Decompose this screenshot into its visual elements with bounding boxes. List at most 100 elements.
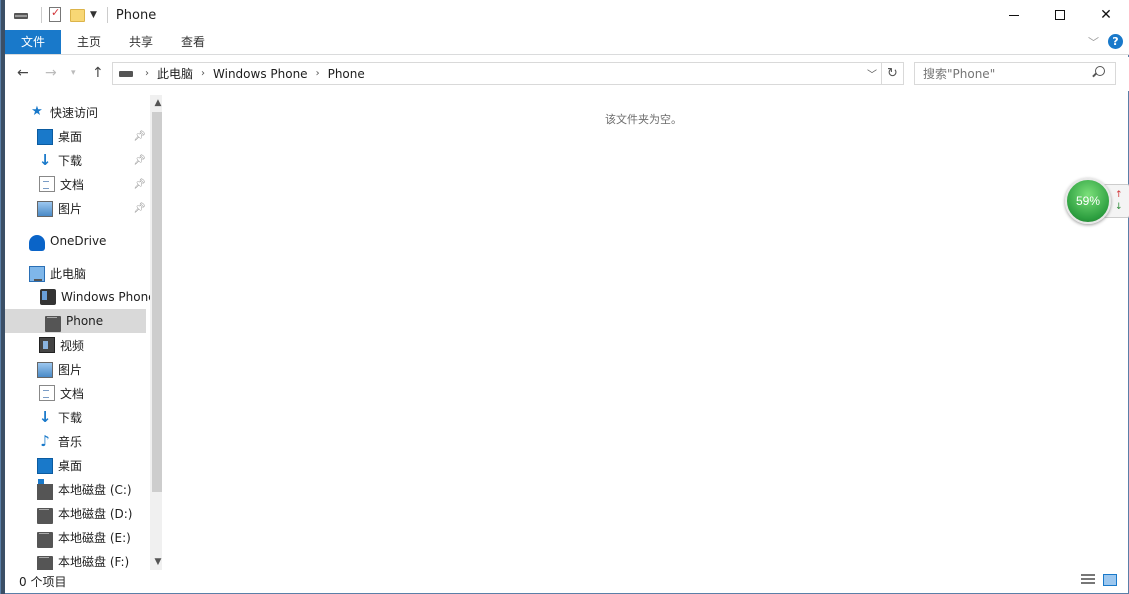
desktop-icon	[37, 457, 53, 474]
download-icon: ↓	[38, 408, 52, 426]
breadcrumb-this-pc[interactable]: 此电脑	[157, 65, 193, 82]
title-bar: ▼ Phone ✕	[5, 0, 1129, 30]
breadcrumb-chevron-icon[interactable]: ›	[145, 68, 149, 79]
drive-icon	[37, 532, 53, 548]
nav-documents[interactable]: 文档	[5, 381, 146, 405]
tab-share[interactable]: 共享	[119, 30, 163, 54]
nav-onedrive[interactable]: OneDrive	[5, 229, 146, 253]
nav-label: 快速访问	[50, 105, 99, 120]
nav-windows-phone[interactable]: Windows Phone	[5, 285, 156, 309]
document-icon	[39, 385, 55, 401]
status-bar: 0 个项目	[5, 570, 1129, 592]
toolbar-separator	[106, 7, 108, 23]
details-view-icon[interactable]	[1081, 574, 1095, 586]
drive-icon	[37, 556, 53, 570]
computer-icon	[29, 265, 45, 282]
breadcrumb-chevron-icon[interactable]: ›	[201, 68, 205, 79]
scroll-down-icon[interactable]: ▼	[150, 554, 162, 570]
nav-desktop[interactable]: 桌面	[5, 453, 146, 477]
nav-label: 图片	[58, 362, 83, 377]
nav-label: 本地磁盘 (C:)	[58, 482, 132, 497]
nav-quick-access[interactable]: ★ 快速访问	[5, 100, 146, 124]
maximize-icon	[1055, 10, 1065, 20]
close-icon: ✕	[1100, 7, 1112, 23]
memory-usage-ball[interactable]: 59%	[1065, 178, 1111, 224]
nav-label: OneDrive	[50, 234, 107, 248]
tab-home[interactable]: 主页	[67, 30, 111, 54]
file-list-area[interactable]: 该文件夹为空。	[163, 95, 1129, 570]
large-icons-view-icon[interactable]	[1103, 574, 1117, 586]
nav-scrollbar[interactable]: ▲ ▼	[150, 95, 162, 570]
caption-buttons: ✕	[991, 0, 1129, 30]
nav-this-pc[interactable]: 此电脑	[5, 261, 146, 285]
nav-label: 本地磁盘 (D:)	[58, 506, 133, 521]
scrollbar-thumb[interactable]	[152, 112, 162, 492]
refresh-icon: ↻	[887, 66, 898, 81]
star-icon: ★	[31, 104, 43, 119]
nav-drive-e[interactable]: 本地磁盘 (E:)	[5, 525, 146, 549]
back-arrow-icon[interactable]: ←	[17, 65, 29, 81]
drive-icon	[45, 316, 61, 332]
drive-icon	[37, 508, 53, 524]
system-drive-icon	[37, 479, 53, 500]
explorer-window: ▼ Phone ✕ 文件 主页 共享 查看 ﹀ ? ← → ▾ ↑ › 此电脑 …	[0, 0, 1129, 594]
window-title: Phone	[115, 7, 157, 23]
nav-label: 文档	[60, 386, 85, 401]
maximize-button[interactable]	[1037, 0, 1083, 30]
breadcrumb-phone[interactable]: Phone	[328, 67, 365, 81]
nav-label: Windows Phone	[61, 290, 156, 304]
nav-quick-pictures[interactable]: 图片 📌︎	[5, 196, 146, 220]
nav-label: 文档	[60, 177, 85, 192]
tab-file[interactable]: 文件	[5, 30, 61, 54]
breadcrumb-chevron-icon[interactable]: ›	[316, 68, 320, 79]
nav-music[interactable]: ♪ 音乐	[5, 429, 146, 453]
toolbar-separator	[41, 7, 42, 23]
nav-downloads[interactable]: ↓ 下载	[5, 405, 146, 429]
search-icon[interactable]	[1095, 66, 1105, 76]
nav-quick-downloads[interactable]: ↓ 下载 📌︎	[5, 148, 146, 172]
close-button[interactable]: ✕	[1083, 0, 1129, 30]
properties-icon[interactable]	[48, 6, 64, 23]
nav-drive-c[interactable]: 本地磁盘 (C:)	[5, 477, 146, 501]
breadcrumb-windows-phone[interactable]: Windows Phone	[213, 67, 308, 81]
customize-toolbar-dropdown[interactable]: ▼	[90, 10, 97, 20]
minimize-button[interactable]	[991, 0, 1037, 30]
expand-ribbon-icon[interactable]: ﹀	[1088, 34, 1099, 50]
nav-drive-f[interactable]: 本地磁盘 (F:)	[5, 549, 146, 570]
nav-videos[interactable]: 视频	[5, 333, 146, 357]
tab-view[interactable]: 查看	[171, 30, 215, 54]
address-bar[interactable]: › 此电脑 › Windows Phone › Phone ﹀	[112, 62, 882, 85]
download-arrow-icon: ↓	[1115, 202, 1123, 212]
pin-icon[interactable]: 📌︎	[133, 203, 146, 214]
new-folder-icon[interactable]	[70, 7, 86, 23]
nav-drive-d[interactable]: 本地磁盘 (D:)	[5, 501, 146, 525]
up-arrow-icon[interactable]: ↑	[92, 65, 104, 81]
nav-label: 此电脑	[50, 266, 87, 281]
nav-quick-documents[interactable]: 文档 📌︎	[5, 172, 146, 196]
usage-percent: 59%	[1075, 194, 1101, 208]
onedrive-icon	[29, 235, 45, 251]
minimize-icon	[1009, 14, 1019, 16]
help-icon[interactable]: ?	[1108, 34, 1123, 49]
drive-icon[interactable]	[13, 7, 29, 23]
pin-icon[interactable]: 📌︎	[133, 179, 146, 190]
scroll-up-icon[interactable]: ▲	[150, 95, 162, 111]
recent-locations-chevron-icon[interactable]: ▾	[71, 68, 76, 78]
address-dropdown-icon[interactable]: ﹀	[867, 66, 877, 81]
search-input[interactable]	[914, 62, 1116, 85]
nav-phone[interactable]: Phone	[5, 309, 146, 333]
pin-icon[interactable]: 📌︎	[133, 131, 146, 142]
document-icon	[39, 176, 55, 192]
nav-pictures[interactable]: 图片	[5, 357, 146, 381]
nav-quick-desktop[interactable]: 桌面 📌︎	[5, 124, 146, 148]
music-icon: ♪	[40, 432, 50, 450]
navigation-pane: ★ 快速访问 桌面 📌︎ ↓ 下载 📌︎ 文档 📌︎ 图片 📌︎ OneDriv…	[5, 95, 162, 570]
pin-icon[interactable]: 📌︎	[133, 155, 146, 166]
forward-arrow-icon[interactable]: →	[45, 65, 57, 81]
item-count: 0 个项目	[19, 575, 67, 589]
refresh-button[interactable]: ↻	[882, 62, 904, 85]
empty-folder-message: 该文件夹为空。	[605, 113, 682, 126]
nav-label: 本地磁盘 (F:)	[58, 554, 130, 569]
network-speed-widget[interactable]: ↑ ↓ 59%	[1063, 178, 1129, 226]
nav-label: Phone	[66, 314, 104, 328]
